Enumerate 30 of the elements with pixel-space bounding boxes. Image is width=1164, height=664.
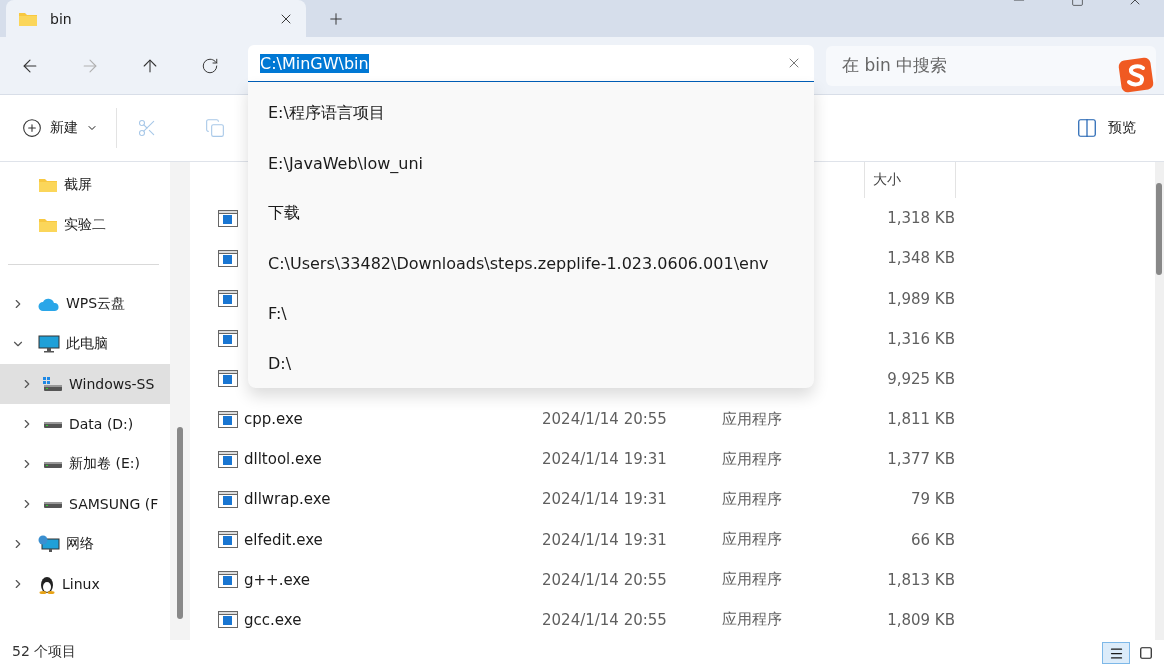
file-size: 1,813 KB xyxy=(886,570,955,589)
file-size: 1,348 KB xyxy=(886,249,955,268)
file-size: 1,989 KB xyxy=(886,289,955,308)
file-size: 1,377 KB xyxy=(886,450,955,469)
modified-date: 2024/1/14 19:31 xyxy=(542,490,668,509)
file-name: gcc.exe xyxy=(244,610,302,629)
modified-date: 2024/1/14 19:31 xyxy=(542,530,668,549)
file-size: 79 KB xyxy=(910,490,955,509)
file-size: 9,925 KB xyxy=(886,369,955,388)
item-count: 52 个项目 xyxy=(12,643,77,661)
file-size: 1,316 KB xyxy=(886,329,955,348)
file-name: elfedit.exe xyxy=(244,530,323,549)
file-name: dllwrap.exe xyxy=(244,490,331,509)
modified-date: 2024/1/14 20:55 xyxy=(542,570,668,589)
file-type: 应用程序 xyxy=(722,570,783,590)
file-type: 应用程序 xyxy=(722,409,783,429)
file-type: 应用程序 xyxy=(722,610,783,630)
modified-date: 2024/1/14 20:55 xyxy=(542,610,668,629)
file-name: dlltool.exe xyxy=(244,450,322,469)
modified-date: 2024/1/14 19:31 xyxy=(542,450,668,469)
file-name: cpp.exe xyxy=(244,410,303,429)
file-size: 66 KB xyxy=(910,530,955,549)
file-size: 1,318 KB xyxy=(886,209,955,228)
modified-date: 2024/1/14 20:55 xyxy=(542,410,668,429)
file-size: 1,811 KB xyxy=(886,410,955,429)
file-type: 应用程序 xyxy=(722,530,783,550)
file-size: 1,809 KB xyxy=(886,610,955,629)
file-name: g++.exe xyxy=(244,570,311,589)
file-type: 应用程序 xyxy=(722,489,783,509)
file-type: 应用程序 xyxy=(722,449,783,469)
